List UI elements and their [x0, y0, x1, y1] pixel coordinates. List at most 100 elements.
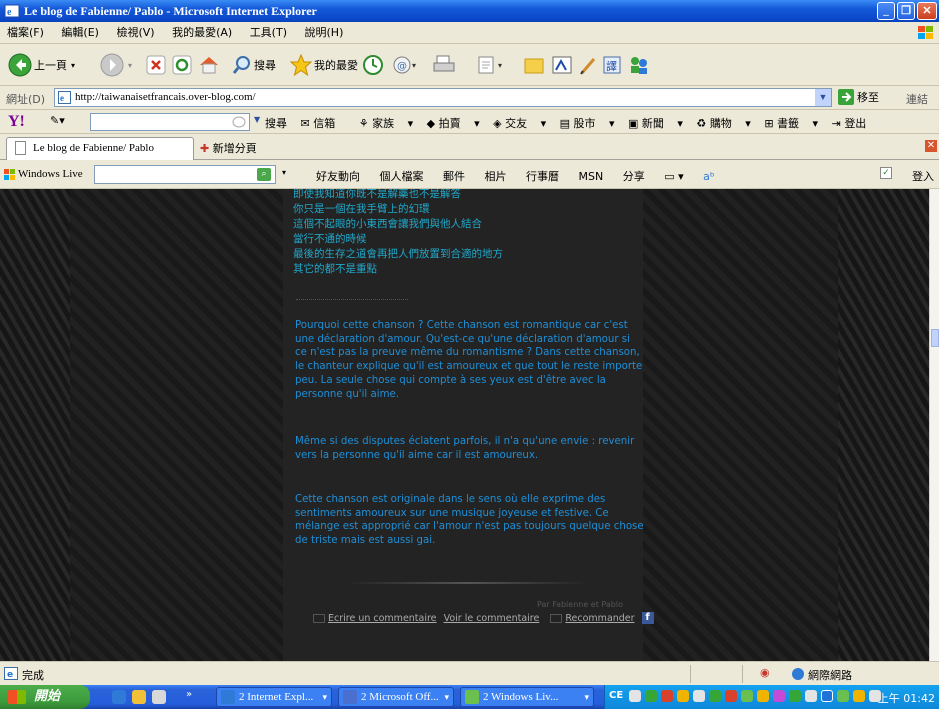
menu-help[interactable]: 說明(H) [298, 22, 351, 44]
yahoo-item-shopping[interactable]: ♻ 購物 ▾ [696, 117, 750, 130]
yahoo-item-news[interactable]: ▣ 新聞 ▾ [628, 117, 683, 130]
quicklaunch-expand-icon[interactable]: » [186, 689, 192, 700]
history-button[interactable] [362, 50, 384, 80]
tray-icon-10[interactable] [773, 690, 785, 702]
tray-icon-12[interactable] [805, 690, 817, 702]
tray-icon-9[interactable] [757, 690, 769, 702]
search-button[interactable]: 搜尋 [232, 50, 276, 80]
tray-icon-8[interactable] [741, 690, 753, 702]
taskbar-button-live[interactable]: 2 Windows Liv... ▾ [460, 687, 594, 707]
minimize-button[interactable]: _ [877, 2, 895, 20]
stop-button[interactable] [146, 50, 166, 80]
live-item-mail[interactable]: 郵件 [443, 170, 465, 183]
live-item-calendar[interactable]: 行事曆 [526, 170, 559, 183]
menu-bar: 檔案(F) 編輯(E) 檢視(V) 我的最愛(A) 工具(T) 說明(H) [0, 22, 939, 44]
messenger-people-button[interactable] [628, 50, 650, 80]
back-button[interactable]: 上一頁 ▾ [8, 50, 75, 80]
refresh-button[interactable] [172, 50, 192, 80]
start-button[interactable]: 開始 [0, 685, 90, 709]
lyric-line: 最後的生存之道會再把人們放置到合適的地方 [293, 248, 503, 260]
tray-icon-1[interactable] [629, 690, 641, 702]
close-tab-icon[interactable]: ✕ [925, 140, 937, 152]
yahoo-search-button[interactable]: 搜尋 [265, 117, 287, 130]
menu-tools[interactable]: 工具(T) [243, 22, 294, 44]
popup-blocker-icon[interactable]: ◉ [760, 666, 770, 679]
yahoo-logo[interactable]: Y! [8, 113, 25, 131]
live-item-profile[interactable]: 個人檔案 [380, 170, 424, 183]
tray-icon-15[interactable] [853, 690, 865, 702]
tray-icon-7[interactable] [725, 690, 737, 702]
live-options-icon[interactable]: ▭ ▾ [664, 170, 683, 183]
links-label[interactable]: 連結 [906, 91, 928, 107]
forward-button[interactable]: ▾ [100, 50, 132, 80]
vertical-scrollbar[interactable] [929, 189, 939, 661]
yahoo-search-dropdown-icon[interactable]: ▼ [254, 115, 260, 124]
tray-icon-11[interactable] [789, 690, 801, 702]
yahoo-search-input[interactable] [90, 113, 250, 131]
chevron-down-icon[interactable]: ▾ [282, 168, 286, 177]
live-item-friends[interactable]: 好友動向 [316, 170, 360, 183]
menu-edit[interactable]: 編輯(E) [54, 22, 106, 44]
address-dropdown-icon[interactable]: ▼ [815, 89, 831, 106]
mail-button[interactable]: @ ▾ [392, 50, 424, 80]
yahoo-item-dating[interactable]: ◈ 交友 ▾ [493, 117, 546, 130]
menu-file[interactable]: 檔案(F) [0, 22, 51, 44]
menu-view[interactable]: 檢視(V) [109, 22, 161, 44]
live-highlight-icon[interactable]: aᵇ [703, 170, 714, 183]
go-button[interactable]: 移至 [838, 89, 879, 105]
recommend-link[interactable]: Recommander [565, 613, 634, 624]
menu-favorites[interactable]: 我的最愛(A) [165, 22, 239, 44]
facebook-icon[interactable]: f [641, 612, 654, 624]
windows-live-brand[interactable]: Windows Live [18, 168, 83, 180]
research-button[interactable] [578, 50, 598, 80]
discuss-button[interactable] [524, 50, 544, 80]
quicklaunch-desktop-icon[interactable] [132, 690, 146, 704]
translate-button[interactable]: 譯 [602, 50, 622, 80]
tray-icon-13[interactable] [821, 690, 833, 702]
new-tab-button[interactable]: ✚ 新增分頁 [200, 140, 257, 156]
write-comment-link[interactable]: Ecrire un commentaire [328, 613, 437, 624]
address-input[interactable]: e http://taiwanaisetfrancais.over-blog.c… [54, 88, 832, 107]
dashed-separator [296, 299, 408, 300]
home-button[interactable] [198, 50, 220, 80]
edit-button[interactable]: ▾ [476, 50, 510, 80]
yahoo-item-bookmark[interactable]: ⊞ 書籤 ▾ [764, 117, 818, 130]
quicklaunch-ie-icon[interactable] [112, 690, 126, 704]
live-search-input[interactable]: ⌕ [94, 165, 276, 184]
search-icon[interactable]: ⌕ [257, 168, 271, 181]
status-text: 完成 [22, 669, 44, 682]
taskbar-button-ie[interactable]: 2 Internet Expl... ▾ [216, 687, 332, 707]
quicklaunch-media-icon[interactable] [152, 690, 166, 704]
tray-icon-4[interactable] [677, 690, 689, 702]
close-button[interactable]: ✕ [917, 2, 937, 20]
taskbar-button-office[interactable]: 2 Microsoft Off... ▾ [338, 687, 454, 707]
yahoo-item-family[interactable]: ⚘ 家族 ▾ [359, 117, 413, 130]
maximize-button[interactable]: ❐ [897, 2, 915, 20]
taskbar: 開始 » 2 Internet Expl... ▾ 2 Microsoft Of… [0, 685, 939, 709]
live-item-msn[interactable]: MSN [579, 170, 604, 183]
yahoo-item-logout[interactable]: ⇥ 登出 [832, 117, 877, 130]
tray-icon-6[interactable] [709, 690, 721, 702]
clock[interactable]: 上午 01:42 [878, 690, 935, 706]
yahoo-item-stock[interactable]: ▤ 股市 ▾ [560, 117, 615, 130]
tray-icon-5[interactable] [693, 690, 705, 702]
messenger-button[interactable] [552, 50, 572, 80]
checkbox-icon[interactable]: ✓ [880, 167, 892, 179]
print-button[interactable] [432, 50, 456, 80]
pencil-icon[interactable]: ✎▾ [50, 114, 65, 127]
view-comment-link[interactable]: Voir le commentaire [444, 613, 540, 624]
tray-icon-2[interactable] [645, 690, 657, 702]
favorites-button[interactable]: 我的最愛 [290, 50, 358, 80]
live-item-photos[interactable]: 相片 [485, 170, 507, 183]
internet-zone-icon [792, 668, 804, 680]
language-indicator[interactable]: CE [609, 690, 623, 701]
tray-icon-14[interactable] [837, 690, 849, 702]
scrollbar-thumb[interactable] [931, 329, 939, 347]
windows-flag-icon [918, 26, 933, 39]
yahoo-item-mail[interactable]: ✉ 信箱 [301, 117, 346, 130]
live-item-share[interactable]: 分享 [623, 170, 645, 183]
tab-active[interactable]: Le blog de Fabienne/ Pablo [6, 137, 194, 160]
live-login[interactable]: 登入 [912, 168, 934, 184]
yahoo-item-auction[interactable]: ◆ 拍賣 ▾ [427, 117, 480, 130]
tray-icon-3[interactable] [661, 690, 673, 702]
